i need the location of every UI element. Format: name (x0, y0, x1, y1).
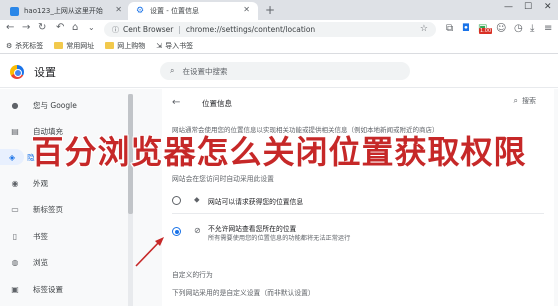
info-icon[interactable]: ⓘ (112, 25, 119, 35)
option-sublabel: 所有需要使用您的位置信息的功能都将无法正常运行 (208, 235, 351, 242)
sidebar: ● 您与 Google ▤ 自动填充 ◈ 隐 ◉ 外观 ▭ 新标签页 ▯ 书签 … (0, 89, 128, 306)
location-pin-icon: ⬥ (194, 195, 200, 204)
tab-strip: hao123_上网从这里开始 ✕ ⚙ 设置 - 位置信息 ✕ + — ☐ ✕ (0, 0, 558, 20)
sidebar-item-label: 外观 (33, 178, 48, 188)
address-separator: | (178, 25, 181, 34)
custom-behavior-label: 自定义的行为 (172, 271, 213, 279)
browser-brand: Cent Browser (123, 25, 174, 34)
option-label: 网站可以请求获得您的位置信息 (208, 198, 304, 206)
url-text[interactable]: chrome://settings/content/location (186, 25, 315, 34)
settings-search-input[interactable]: ⌕ 在设置中搜索 (160, 62, 410, 80)
extension-shield-icon[interactable]: ◘ (462, 23, 470, 34)
bookmark-import[interactable]: ⇲ 导入书签 (156, 41, 193, 51)
bookmark-kill-tabs[interactable]: ⚙ 杀死标签 (6, 41, 43, 51)
maximize-icon[interactable]: ☐ (524, 2, 532, 12)
gear-icon: ⚙ (136, 5, 145, 16)
search-placeholder: 在设置中搜索 (182, 66, 228, 76)
location-settings-card: ← 位置信息 ⌕ 搜索 网站通常会使用您的位置信息以实现相关功能或提供相关信息（… (162, 89, 554, 306)
page-search-placeholder: 搜索 (522, 97, 536, 105)
tab-hao123[interactable]: hao123_上网从这里开始 ✕ (2, 2, 130, 20)
folder-icon (105, 42, 115, 49)
home-icon[interactable]: ⌂ (72, 22, 78, 33)
download-icon[interactable]: ⤓ (530, 23, 534, 34)
settings-content: ● 您与 Google ▤ 自动填充 ◈ 隐 ◉ 外观 ▭ 新标签页 ▯ 书签 … (0, 89, 558, 306)
history-icon[interactable]: ◷ (514, 23, 523, 34)
forward-icon[interactable]: → (22, 22, 30, 33)
red-arrow-annotation (135, 237, 164, 267)
address-bar[interactable]: ⓘ Cent Browser | chrome://settings/conte… (104, 22, 436, 37)
option-label: 不允许网站查看您所在的位置 (208, 225, 297, 233)
palette-icon: ◉ (11, 178, 19, 188)
bookmark-label: 网上购物 (117, 41, 146, 50)
custom-behavior-sub: 下列网站采用的是自定义设置（而非默认设置） (172, 289, 315, 297)
globe-icon: ◍ (11, 257, 19, 267)
overlay-caption: 百分浏览器怎么关闭位置获取权限 (31, 132, 527, 172)
person-icon: ● (11, 100, 19, 110)
import-icon: ⇲ (156, 41, 163, 50)
arrow-shaft (135, 239, 162, 267)
bookmarks-bar: ⚙ 杀死标签 常用网址 网上购物 ⇲ 导入书签 (0, 38, 558, 54)
search-icon: ⌕ (513, 96, 518, 105)
page-search-input[interactable]: ⌕ 搜索 (514, 96, 536, 106)
tab-settings-location[interactable]: ⚙ 设置 - 位置信息 ✕ (128, 2, 258, 20)
sidebar-item-appearance[interactable]: ◉ 外观 (0, 175, 128, 191)
bookmark-label: 杀死标签 (15, 41, 44, 50)
back-icon[interactable]: ← (6, 22, 14, 33)
newtab-icon: ▭ (11, 204, 19, 214)
bookmark-icon: ▯ (12, 231, 18, 241)
share-icon[interactable]: ⧉ (446, 23, 453, 34)
close-tab-icon[interactable]: ✕ (243, 5, 250, 14)
chevron-down-icon[interactable]: ⌄ (88, 23, 95, 32)
radio-block[interactable] (172, 227, 181, 236)
menu-icon[interactable]: ≡ (544, 23, 552, 34)
bookmark-label: 常用网址 (66, 41, 95, 50)
sidebar-item-tab-settings[interactable]: ▣ 标签设置 (0, 281, 128, 297)
bookmark-star-icon[interactable]: ☆ (420, 24, 428, 34)
close-tab-icon[interactable]: ✕ (115, 5, 122, 14)
sidebar-item-you-and-google[interactable]: ● 您与 Google (0, 97, 128, 113)
hao123-favicon-icon (10, 6, 19, 16)
sidebar-item-label: 新标签页 (33, 204, 63, 214)
toolbar: ← → ↻ ↶ ⌂ ⌄ ⓘ Cent Browser | chrome://se… (0, 20, 558, 38)
section-title: 位置信息 (202, 99, 232, 108)
folder-icon (54, 42, 64, 49)
sidebar-item-browsing[interactable]: ◍ 浏览 (0, 254, 128, 270)
tabs-icon: ▣ (11, 284, 19, 294)
radio-allow[interactable] (172, 196, 181, 205)
profile-icon[interactable]: ☺ (496, 23, 506, 34)
location-off-icon: ⊘ (194, 226, 201, 235)
page-title: 设置 (34, 66, 56, 79)
reload-icon[interactable]: ↻ (38, 22, 46, 33)
undo-icon[interactable]: ↶ (56, 22, 64, 33)
bookmark-label: 导入书签 (165, 41, 194, 50)
divider (172, 213, 544, 214)
close-window-icon[interactable]: ✕ (544, 2, 552, 12)
sidebar-item-label: 书签 (33, 231, 48, 241)
settings-icon: ⚙ (6, 41, 13, 50)
sidebar-item-label: 浏览 (33, 257, 48, 267)
minimize-icon[interactable]: — (504, 2, 513, 12)
search-icon: ⌕ (170, 66, 175, 75)
sidebar-item-label: 标签设置 (33, 284, 63, 294)
tab-title: hao123_上网从这里开始 (24, 7, 103, 15)
bookmark-folder-shopping[interactable]: 网上购物 (105, 41, 145, 51)
sidebar-item-new-tab[interactable]: ▭ 新标签页 (0, 201, 128, 217)
extension-badge: 1.00 (479, 28, 493, 34)
settings-header: 设置 ⌕ 在设置中搜索 (0, 55, 558, 88)
sidebar-item-label: 您与 Google (33, 100, 77, 110)
new-tab-button[interactable]: + (265, 3, 275, 17)
sidebar-item-bookmarks[interactable]: ▯ 书签 (0, 228, 128, 244)
bookmark-folder-common[interactable]: 常用网址 (54, 41, 94, 51)
tab-title: 设置 - 位置信息 (150, 7, 199, 15)
default-behavior-label: 网站会在您访问时自动采用此设置 (172, 175, 274, 183)
back-arrow-icon[interactable]: ← (172, 97, 180, 108)
browser-logo-icon (10, 65, 24, 79)
